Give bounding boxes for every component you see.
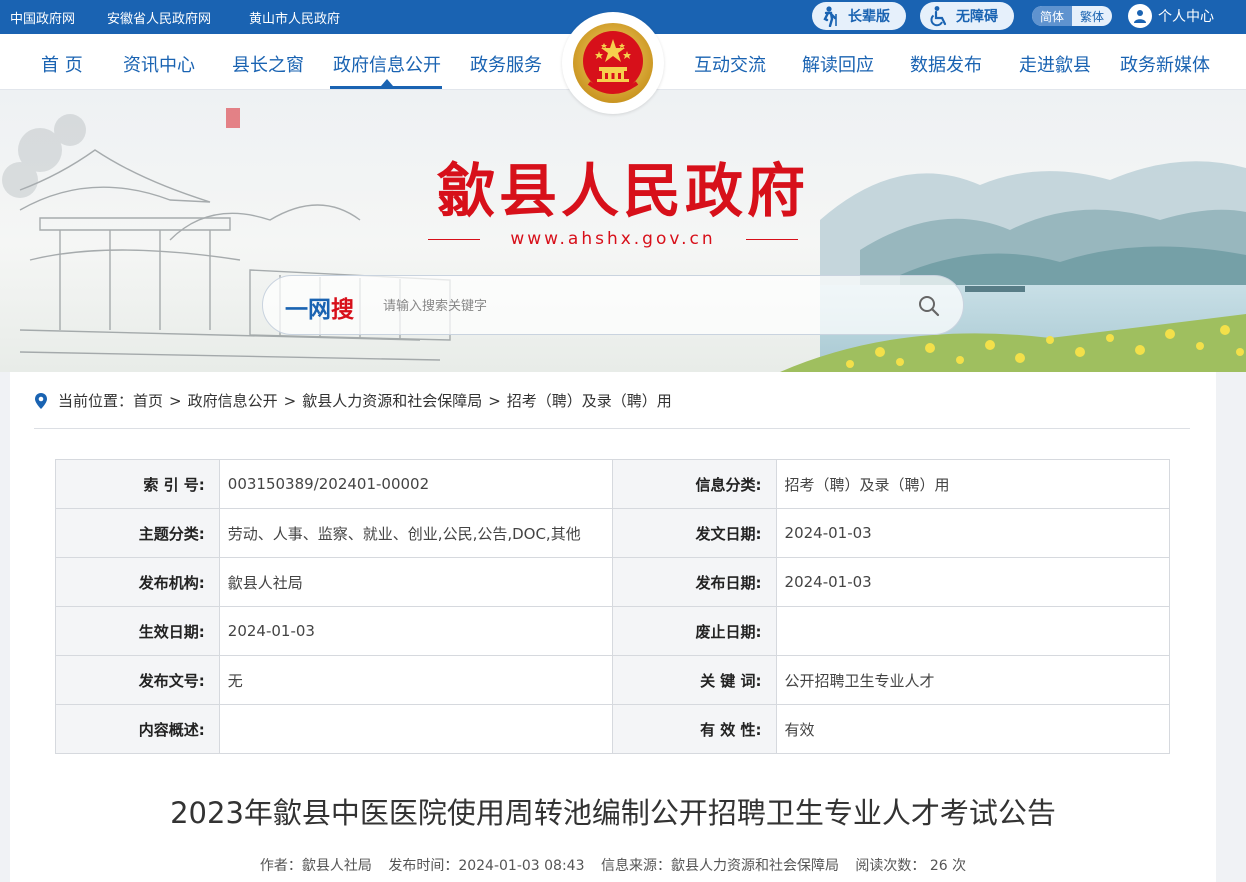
- nav-interpretation[interactable]: 解读回应: [802, 51, 874, 77]
- keywords-label: 关 键 词:: [611, 655, 777, 705]
- search-brand: 一网搜: [285, 290, 354, 324]
- article-meta: 作者：歙县人社局 发布时间：2024-01-03 08:43 信息来源：歙县人力…: [10, 855, 1216, 875]
- search-icon: [919, 296, 940, 317]
- index-number-value: 003150389/202401-00002: [218, 459, 613, 509]
- breadcrumb-bureau[interactable]: 歙县人力资源和社会保障局: [302, 390, 482, 411]
- nav-interaction[interactable]: 互动交流: [694, 51, 766, 77]
- info-category-value: 招考（聘）及录（聘）用: [775, 459, 1171, 509]
- expiry-date-label: 废止日期:: [611, 606, 777, 656]
- article-published: 发布时间：2024-01-03 08:43: [388, 858, 585, 874]
- expiry-date-value: [775, 606, 1171, 656]
- breadcrumb-category[interactable]: 招考（聘）及录（聘）用: [507, 390, 672, 411]
- national-emblem-icon: [573, 23, 653, 103]
- effective-date-label: 生效日期:: [55, 606, 220, 656]
- effective-date-value: 2024-01-03: [218, 606, 613, 656]
- nav-new-media[interactable]: 政务新媒体: [1120, 51, 1210, 77]
- link-huangshan-gov[interactable]: 黄山市人民政府: [249, 8, 340, 27]
- url-rule-left: [428, 238, 480, 240]
- table-row: 生效日期: 2024-01-03 废止日期:: [55, 606, 1171, 656]
- site-title: 歙县人民政府: [436, 157, 809, 225]
- issue-date-value: 2024-01-03: [775, 508, 1171, 558]
- banner: 歙县人民政府 www.ahshx.gov.cn 一网搜: [0, 90, 1246, 372]
- topic-category-label: 主题分类:: [55, 508, 220, 558]
- user-center-label: 个人中心: [1158, 9, 1214, 25]
- breadcrumb-gov-info[interactable]: 政府信息公开: [188, 390, 278, 411]
- user-icon: [1128, 4, 1152, 28]
- user-center-link[interactable]: 个人中心: [1128, 4, 1214, 28]
- language-switch: 简体 繁体: [1032, 6, 1112, 26]
- index-number-label: 索 引 号:: [55, 459, 220, 509]
- summary-value: [218, 704, 613, 754]
- publisher-label: 发布机构:: [55, 557, 220, 607]
- info-metadata-table: 索 引 号: 003150389/202401-00002 信息分类: 招考（聘…: [55, 459, 1171, 754]
- breadcrumb-divider: [34, 428, 1190, 429]
- nav-data[interactable]: 数据发布: [910, 51, 982, 77]
- national-emblem[interactable]: [562, 12, 664, 114]
- nav-active-underline: [330, 86, 442, 89]
- site-url-row: www.ahshx.gov.cn: [428, 227, 798, 251]
- link-anhui-gov[interactable]: 安徽省人民政府网: [107, 8, 211, 27]
- table-row: 发布文号: 无 关 键 词: 公开招聘卫生专业人才: [55, 655, 1171, 705]
- search-brand-text: 一网: [285, 297, 331, 323]
- lang-simplified[interactable]: 简体: [1032, 6, 1072, 26]
- keywords-value: 公开招聘卫生专业人才: [775, 655, 1171, 705]
- article-title: 2023年歙县中医医院使用周转池编制公开招聘卫生专业人才考试公告: [170, 796, 1056, 830]
- document-number-label: 发布文号:: [55, 655, 220, 705]
- nav-about-county[interactable]: 走进歙县: [1019, 51, 1091, 77]
- search-box: 一网搜: [262, 275, 964, 335]
- nav-news[interactable]: 资讯中心: [123, 51, 195, 77]
- nav-active-caret: [381, 79, 393, 86]
- publish-date-value: 2024-01-03: [775, 557, 1171, 607]
- breadcrumb-sep: >: [169, 391, 182, 410]
- info-category-label: 信息分类:: [611, 459, 777, 509]
- elder-mode-button[interactable]: 长辈版: [812, 2, 906, 30]
- content-panel: 当前位置： 首页 > 政府信息公开 > 歙县人力资源和社会保障局 > 招考（聘）…: [10, 372, 1216, 882]
- site-url: www.ahshx.gov.cn: [510, 229, 716, 249]
- publisher-value: 歙县人社局: [218, 557, 613, 607]
- article-views: 阅读次数： 26 次: [855, 858, 967, 874]
- table-row: 内容概述: 有 效 性: 有效: [55, 704, 1171, 754]
- validity-label: 有 效 性:: [611, 704, 777, 754]
- summary-label: 内容概述:: [55, 704, 220, 754]
- article-source: 信息来源：歙县人力资源和社会保障局: [600, 858, 839, 874]
- accessibility-button[interactable]: 无障碍: [920, 2, 1014, 30]
- breadcrumb-home[interactable]: 首页: [133, 390, 163, 411]
- nav-gov-info[interactable]: 政府信息公开: [333, 51, 441, 77]
- topic-category-value: 劳动、人事、监察、就业、创业,公民,公告,DOC,其他: [218, 508, 613, 558]
- nav-county-head[interactable]: 县长之窗: [232, 51, 304, 77]
- nav-gov-service[interactable]: 政务服务: [470, 51, 542, 77]
- article-author: 作者：歙县人社局: [259, 858, 372, 874]
- nav-home[interactable]: 首 页: [41, 51, 83, 77]
- breadcrumb: 当前位置： 首页 > 政府信息公开 > 歙县人力资源和社会保障局 > 招考（聘）…: [34, 390, 672, 411]
- issue-date-label: 发文日期:: [611, 508, 777, 558]
- lang-traditional[interactable]: 繁体: [1072, 6, 1112, 26]
- elder-icon: [823, 6, 837, 27]
- search-brand-highlight: 搜: [331, 297, 354, 323]
- publish-date-label: 发布日期:: [611, 557, 777, 607]
- table-row: 主题分类: 劳动、人事、监察、就业、创业,公民,公告,DOC,其他 发文日期: …: [55, 508, 1171, 558]
- wheelchair-icon: [930, 6, 947, 27]
- url-rule-right: [746, 238, 798, 240]
- accessibility-label: 无障碍: [956, 9, 998, 25]
- breadcrumb-sep: >: [488, 391, 501, 410]
- search-input[interactable]: [383, 292, 903, 320]
- elder-mode-label: 长辈版: [848, 9, 890, 25]
- table-row: 索 引 号: 003150389/202401-00002 信息分类: 招考（聘…: [55, 459, 1171, 509]
- search-button[interactable]: [915, 292, 943, 320]
- validity-value: 有效: [775, 704, 1171, 754]
- table-row: 发布机构: 歙县人社局 发布日期: 2024-01-03: [55, 557, 1171, 607]
- breadcrumb-prefix: 当前位置：: [58, 392, 134, 410]
- breadcrumb-sep: >: [283, 391, 297, 410]
- location-pin-icon: [35, 392, 47, 409]
- document-number-value: 无: [218, 655, 613, 705]
- link-china-gov[interactable]: 中国政府网: [10, 8, 75, 27]
